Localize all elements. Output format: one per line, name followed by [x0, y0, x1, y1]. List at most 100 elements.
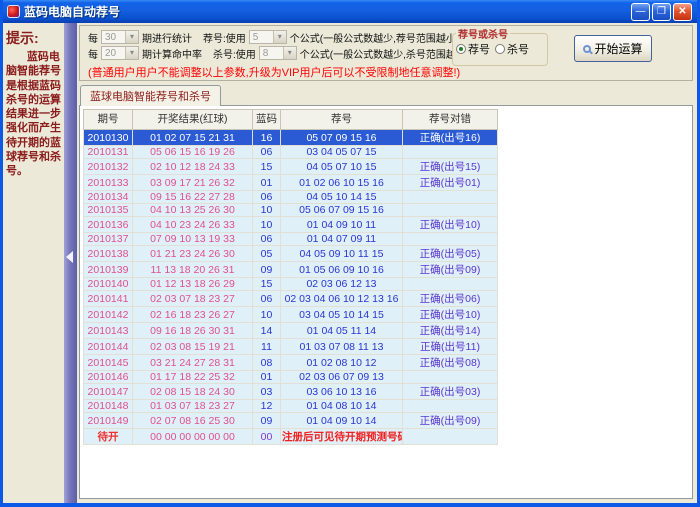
chevron-down-icon[interactable]: ▾	[283, 47, 296, 59]
cell-verdict: 正确(出号09)	[403, 262, 498, 278]
table-row[interactable]: 201014102 03 07 18 23 270602 03 04 06 10…	[84, 291, 498, 307]
column-header-2[interactable]: 蓝码	[253, 110, 281, 130]
kill-formula-count-value: 8	[260, 48, 283, 59]
mode-groupbox: 荐号或杀号 荐号杀号	[452, 26, 548, 66]
cell-pick: 01 04 09 10 11	[281, 217, 403, 233]
close-button[interactable]: ✕	[673, 3, 692, 21]
restore-button[interactable]: ❐	[652, 3, 671, 21]
minimize-button[interactable]: —	[631, 3, 650, 21]
cell-verdict: 正确(出号10)	[403, 307, 498, 323]
cell-blue: 03	[253, 384, 281, 400]
row2-use-label: 杀号:使用	[213, 46, 256, 61]
stat-periods-select[interactable]: 30 ▾	[101, 30, 139, 44]
cell-result: 11 13 18 20 26 31	[133, 262, 253, 278]
table-row[interactable]: 201013303 09 17 21 26 320101 02 06 10 15…	[84, 175, 498, 191]
cell-period: 2010140	[84, 278, 133, 291]
cell-verdict: 正确(出号14)	[403, 323, 498, 339]
cell-period: 2010148	[84, 400, 133, 413]
chevron-down-icon[interactable]: ▾	[273, 31, 286, 43]
radio-icon[interactable]	[495, 44, 505, 54]
cell-blue: 11	[253, 339, 281, 355]
table-row[interactable]: 201013001 02 07 15 21 311605 07 09 15 16…	[84, 130, 498, 146]
table-row[interactable]: 201013202 10 12 18 24 331504 05 07 10 15…	[84, 159, 498, 175]
app-window: 蓝码电脑自动荐号 — ❐ ✕ 提示: 蓝码电脑智能荐号是根据蓝码杀号的运算结果进…	[0, 0, 700, 507]
table-row[interactable]: 201014601 17 18 22 25 320102 03 06 07 09…	[84, 371, 498, 384]
splitter-handle[interactable]	[64, 23, 77, 503]
table-row[interactable]: 201014001 12 13 18 26 291502 03 06 12 13	[84, 278, 498, 291]
app-body: 提示: 蓝码电脑智能荐号是根据蓝码杀号的运算结果进一步强化而产生待开期的蓝球荐号…	[3, 23, 697, 503]
cell-blue: 00	[253, 429, 281, 445]
cell-result: 07 09 10 13 19 33	[133, 233, 253, 246]
table-row[interactable]: 201014503 21 24 27 28 310801 02 08 10 12…	[84, 355, 498, 371]
cell-period: 2010138	[84, 246, 133, 262]
cell-period: 2010133	[84, 175, 133, 191]
table-row[interactable]: 201013911 13 18 20 26 310901 05 06 09 10…	[84, 262, 498, 278]
row1-prefix-label: 每	[88, 30, 98, 45]
cell-blue: 14	[253, 323, 281, 339]
cell-result: 02 08 15 18 24 30	[133, 384, 253, 400]
table-row[interactable]: 待开00 00 00 00 00 0000注册后可见待开期预测号码!	[84, 429, 498, 445]
collapse-left-arrow-icon	[66, 251, 73, 263]
magnifier-icon	[583, 45, 591, 53]
cell-period: 2010142	[84, 307, 133, 323]
cell-verdict	[403, 429, 498, 445]
run-button[interactable]: 开始运算	[574, 35, 652, 62]
table-row[interactable]: 201014902 07 08 16 25 300901 04 09 10 14…	[84, 413, 498, 429]
cell-blue: 10	[253, 307, 281, 323]
table-row[interactable]: 201013105 06 15 16 19 260603 04 05 07 15	[84, 146, 498, 159]
cell-blue: 09	[253, 262, 281, 278]
table-row[interactable]: 201014801 03 07 18 23 271201 04 08 10 14	[84, 400, 498, 413]
cell-result: 02 10 12 18 24 33	[133, 159, 253, 175]
table-row[interactable]: 201013604 10 23 24 26 331001 04 09 10 11…	[84, 217, 498, 233]
cell-result: 05 06 15 16 19 26	[133, 146, 253, 159]
cell-pick: 05 06 07 09 15 16	[281, 204, 403, 217]
cell-blue: 06	[253, 146, 281, 159]
hitrate-periods-select[interactable]: 20 ▾	[101, 46, 139, 60]
cell-period: 2010146	[84, 371, 133, 384]
column-header-0[interactable]: 期号	[84, 110, 133, 130]
pick-formula-count-select[interactable]: 5 ▾	[249, 30, 287, 44]
table-row[interactable]: 201014402 03 08 15 19 211101 03 07 08 11…	[84, 339, 498, 355]
cell-pick: 02 03 06 07 09 13	[281, 371, 403, 384]
cell-verdict: 正确(出号15)	[403, 159, 498, 175]
table-head: 期号开奖结果(红球)蓝码荐号荐号对错	[84, 110, 498, 130]
cell-period: 2010139	[84, 262, 133, 278]
cell-pick: 01 02 06 10 15 16	[281, 175, 403, 191]
table-row[interactable]: 201013801 21 23 24 26 300504 05 09 10 11…	[84, 246, 498, 262]
tab-blue-ball-picks[interactable]: 蓝球电脑智能荐号和杀号	[80, 85, 221, 106]
mode-radio-label: 荐号	[468, 41, 490, 57]
cell-pick: 04 05 10 14 15	[281, 191, 403, 204]
cell-blue: 05	[253, 246, 281, 262]
hitrate-periods-value: 20	[102, 48, 125, 59]
chevron-down-icon[interactable]: ▾	[125, 47, 138, 59]
table-row[interactable]: 201014202 16 18 23 26 271003 04 05 10 14…	[84, 307, 498, 323]
titlebar: 蓝码电脑自动荐号 — ❐ ✕	[3, 0, 697, 23]
table-row[interactable]: 201013707 09 10 13 19 330601 04 07 09 11	[84, 233, 498, 246]
sidebar: 提示: 蓝码电脑智能荐号是根据蓝码杀号的运算结果进一步强化而产生待开期的蓝球荐号…	[3, 23, 64, 503]
mode-radio-荐号[interactable]: 荐号	[456, 41, 490, 57]
table-row[interactable]: 201013504 10 13 25 26 301005 06 07 09 15…	[84, 204, 498, 217]
column-header-3[interactable]: 荐号	[281, 110, 403, 130]
cell-blue: 06	[253, 291, 281, 307]
chevron-down-icon[interactable]: ▾	[125, 31, 138, 43]
column-header-4[interactable]: 荐号对错	[403, 110, 498, 130]
mode-radio-杀号[interactable]: 杀号	[495, 41, 529, 57]
radio-icon[interactable]	[456, 44, 466, 54]
cell-result: 03 09 17 21 26 32	[133, 175, 253, 191]
cell-period: 2010134	[84, 191, 133, 204]
cell-blue: 16	[253, 130, 281, 146]
cell-result: 02 07 08 16 25 30	[133, 413, 253, 429]
table-row[interactable]: 201013409 15 16 22 27 280604 05 10 14 15	[84, 191, 498, 204]
cell-blue: 15	[253, 159, 281, 175]
kill-formula-count-select[interactable]: 8 ▾	[259, 46, 297, 60]
cell-blue: 01	[253, 175, 281, 191]
column-header-1[interactable]: 开奖结果(红球)	[133, 110, 253, 130]
cell-result: 01 12 13 18 26 29	[133, 278, 253, 291]
cell-period: 2010131	[84, 146, 133, 159]
mode-groupbox-title: 荐号或杀号	[456, 26, 510, 41]
cell-pick: 04 05 07 10 15	[281, 159, 403, 175]
cell-period: 2010141	[84, 291, 133, 307]
table-row[interactable]: 201014309 16 18 26 30 311401 04 05 11 14…	[84, 323, 498, 339]
cell-pick: 02 03 04 06 10 12 13 16	[281, 291, 403, 307]
table-row[interactable]: 201014702 08 15 18 24 300303 06 10 13 16…	[84, 384, 498, 400]
